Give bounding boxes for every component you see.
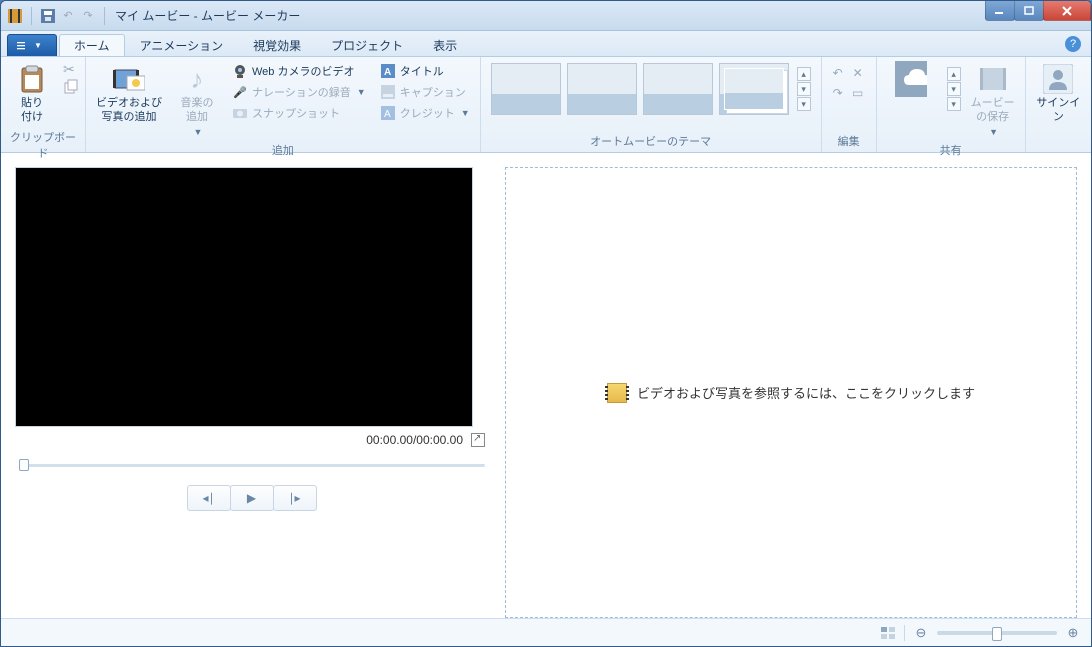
paste-button[interactable]: 貼り 付け xyxy=(7,61,57,127)
maximize-button[interactable] xyxy=(1014,1,1044,21)
content-area: 00:00.00/00:00.00 ◂∣ ▶ ∣▸ ビデオおよび写真を参照するに… xyxy=(1,153,1091,618)
titlebar: ↶ ↷ マイ ムービー - ムービー メーカー xyxy=(1,1,1091,31)
share-scroll-down[interactable]: ▾ xyxy=(947,82,961,96)
minimize-button[interactable] xyxy=(985,1,1015,21)
theme-thumb-3[interactable] xyxy=(643,63,713,115)
signin-button[interactable]: サインイン xyxy=(1032,61,1085,127)
add-music-label: 音楽の 追加 xyxy=(181,97,214,125)
user-icon xyxy=(1042,63,1074,95)
tab-visual-effects[interactable]: 視覚効果 xyxy=(238,34,316,56)
zoom-out-icon[interactable]: ⊖ xyxy=(913,625,929,641)
cloud-icon xyxy=(895,63,927,95)
file-menu-button[interactable]: ▼ xyxy=(7,34,57,56)
play-button[interactable]: ▶ xyxy=(230,485,274,511)
svg-text:A: A xyxy=(384,109,391,120)
theme-thumb-4[interactable] xyxy=(719,63,789,115)
app-window: ↶ ↷ マイ ムービー - ムービー メーカー ▼ ホーム アニメーション 視覚… xyxy=(0,0,1092,647)
share-cloud-button[interactable] xyxy=(883,61,939,97)
window-controls xyxy=(986,1,1091,21)
time-display: 00:00.00/00:00.00 xyxy=(366,433,463,447)
chevron-down-icon: ▼ xyxy=(34,41,42,50)
tab-home[interactable]: ホーム xyxy=(59,34,125,56)
close-button[interactable] xyxy=(1043,1,1091,21)
share-scroll: ▴ ▾ ▾ xyxy=(947,67,961,111)
group-edit-label: 編集 xyxy=(828,131,870,152)
group-edit: ↶ ✕ ↷ ▭ 編集 xyxy=(822,57,877,152)
next-frame-button[interactable]: ∣▸ xyxy=(273,485,317,511)
webcam-icon xyxy=(232,63,248,79)
narration-button[interactable]: 🎤 ナレーションの録音▼ xyxy=(228,82,370,102)
playback-controls: ◂∣ ▶ ∣▸ xyxy=(15,485,489,511)
view-thumbnails-icon[interactable] xyxy=(880,625,896,641)
clipboard-icon xyxy=(16,63,48,95)
film-photo-icon xyxy=(113,63,145,95)
save-movie-icon xyxy=(977,63,1009,95)
redo-icon[interactable]: ↷ xyxy=(80,8,96,24)
select-all-icon[interactable]: ▭ xyxy=(850,85,866,101)
prev-frame-button[interactable]: ◂∣ xyxy=(187,485,231,511)
chevron-down-icon: ▼ xyxy=(194,127,203,138)
quick-access-toolbar: ↶ ↷ xyxy=(7,7,109,25)
mic-icon: 🎤 xyxy=(232,84,248,100)
group-themes: ▴ ▾ ▾ オートムービーのテーマ xyxy=(481,57,822,152)
group-add: ビデオおよび 写真の追加 ♪ 音楽の 追加 ▼ Web カメラのビデオ 🎤 ナレ… xyxy=(86,57,481,152)
statusbar: ⊖ ⊕ xyxy=(1,618,1091,646)
caption-button[interactable]: キャプション xyxy=(376,82,474,102)
theme-scroll: ▴ ▾ ▾ xyxy=(797,67,811,111)
share-scroll-up[interactable]: ▴ xyxy=(947,67,961,81)
theme-thumb-2[interactable] xyxy=(567,63,637,115)
camera-icon xyxy=(232,105,248,121)
storyboard-prompt: ビデオおよび写真を参照するには、ここをクリックします xyxy=(637,383,975,402)
music-icon: ♪ xyxy=(181,63,213,95)
tab-project[interactable]: プロジェクト xyxy=(316,34,418,56)
svg-text:A: A xyxy=(384,67,391,78)
rotate-left-icon[interactable]: ↶ xyxy=(830,65,846,81)
storyboard-drop-area[interactable]: ビデオおよび写真を参照するには、ここをクリックします xyxy=(505,167,1077,618)
seek-thumb[interactable] xyxy=(19,459,29,471)
zoom-slider[interactable] xyxy=(937,631,1057,635)
webcam-button[interactable]: Web カメラのビデオ xyxy=(228,61,370,81)
tab-animation[interactable]: アニメーション xyxy=(125,34,239,56)
theme-gallery-expand[interactable]: ▾ xyxy=(797,97,811,111)
paste-label: 貼り 付け xyxy=(21,97,43,125)
title-icon: A xyxy=(380,63,396,79)
group-clipboard: 貼り 付け ✂ クリップボード xyxy=(1,57,86,152)
theme-thumb-1[interactable] xyxy=(491,63,561,115)
ribbon-tabs: ▼ ホーム アニメーション 視覚効果 プロジェクト 表示 ? xyxy=(1,31,1091,57)
caption-icon xyxy=(380,84,396,100)
window-title: マイ ムービー - ムービー メーカー xyxy=(115,7,300,24)
group-themes-label: オートムービーのテーマ xyxy=(487,131,815,152)
snapshot-button[interactable]: スナップショット xyxy=(228,103,370,123)
save-movie-button[interactable]: ムービー の保存 ▼ xyxy=(967,61,1019,140)
preview-video xyxy=(15,167,473,427)
theme-scroll-up[interactable]: ▴ xyxy=(797,67,811,81)
chevron-down-icon: ▼ xyxy=(989,127,998,138)
fullscreen-icon[interactable] xyxy=(471,433,485,447)
undo-icon[interactable]: ↶ xyxy=(60,8,76,24)
add-media-button[interactable]: ビデオおよび 写真の追加 xyxy=(92,61,166,127)
group-signin: サインイン xyxy=(1026,57,1091,152)
share-gallery-expand[interactable]: ▾ xyxy=(947,97,961,111)
preview-pane: 00:00.00/00:00.00 ◂∣ ▶ ∣▸ xyxy=(15,167,489,618)
theme-scroll-down[interactable]: ▾ xyxy=(797,82,811,96)
title-button[interactable]: A タイトル xyxy=(376,61,474,81)
film-strip-icon xyxy=(607,383,627,403)
ribbon: 貼り 付け ✂ クリップボード ビデオおよび 写真の追加 xyxy=(1,57,1091,153)
tab-view[interactable]: 表示 xyxy=(418,34,472,56)
delete-icon[interactable]: ✕ xyxy=(850,65,866,81)
save-icon[interactable] xyxy=(40,8,56,24)
seek-slider[interactable] xyxy=(19,455,485,475)
copy-icon[interactable] xyxy=(63,79,79,95)
group-share: ▴ ▾ ▾ ムービー の保存 ▼ 共有 xyxy=(877,57,1026,152)
cut-icon[interactable]: ✂ xyxy=(63,61,79,78)
credit-icon: A xyxy=(380,105,396,121)
rotate-right-icon[interactable]: ↷ xyxy=(830,85,846,101)
add-media-label: ビデオおよび 写真の追加 xyxy=(96,97,162,125)
help-icon[interactable]: ? xyxy=(1065,36,1081,52)
zoom-in-icon[interactable]: ⊕ xyxy=(1065,625,1081,641)
add-music-button[interactable]: ♪ 音楽の 追加 ▼ xyxy=(172,61,222,140)
credit-button[interactable]: A クレジット▼ xyxy=(376,103,474,123)
app-icon xyxy=(7,8,23,24)
